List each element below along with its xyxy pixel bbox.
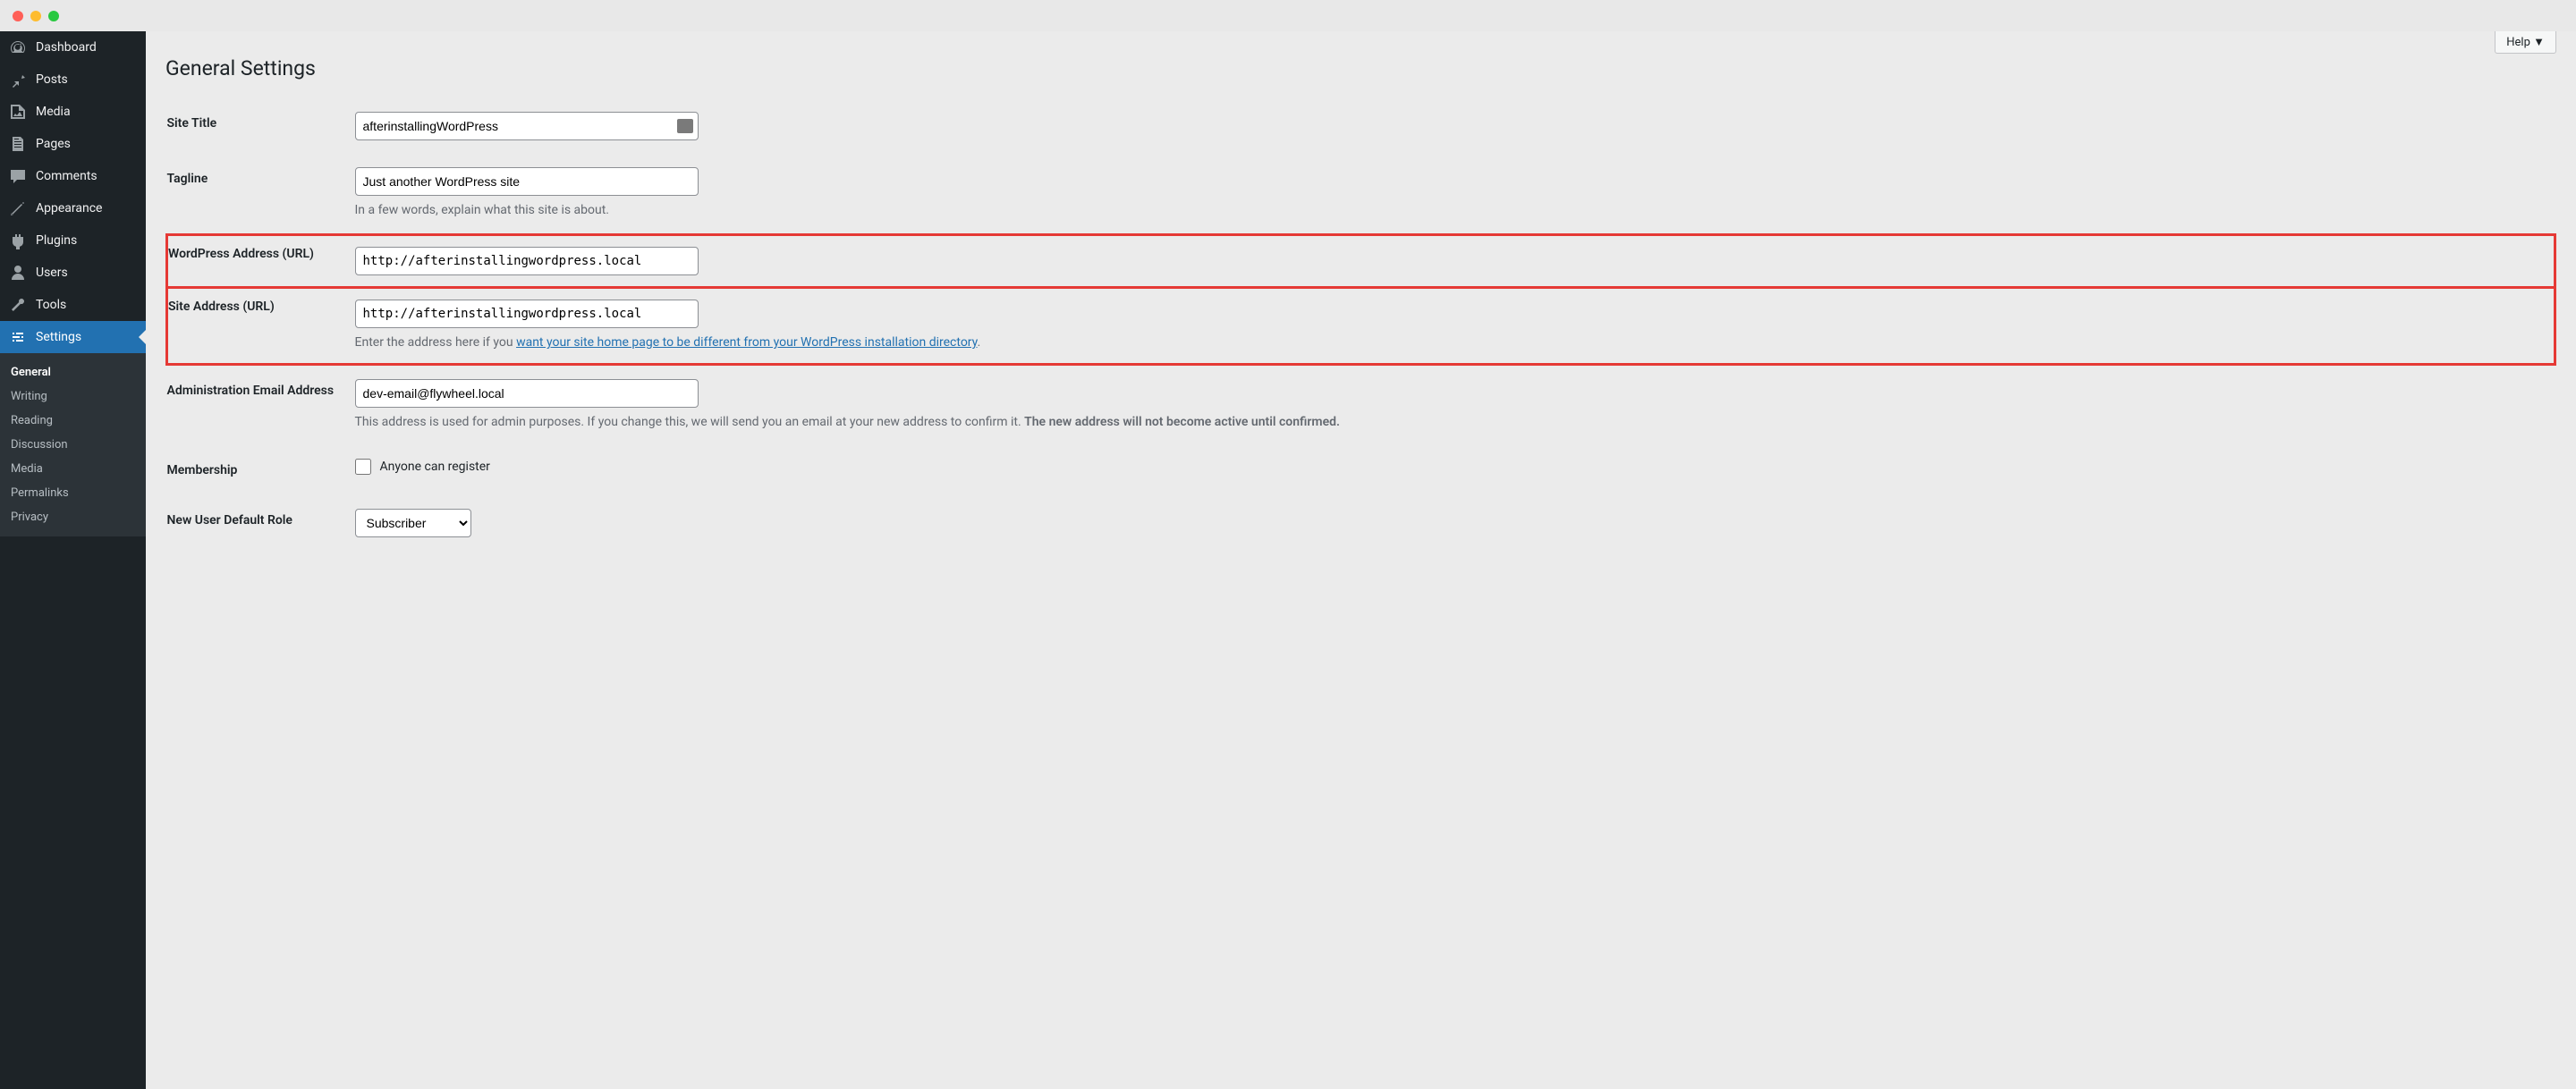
- sidebar-item-label: Plugins: [36, 233, 77, 248]
- site-address-desc-prefix: Enter the address here if you: [355, 335, 517, 350]
- membership-checkbox-label: Anyone can register: [380, 460, 490, 474]
- sidebar-item-pages[interactable]: Pages: [0, 128, 146, 160]
- site-address-desc-suffix: .: [978, 335, 981, 350]
- titlebar: [0, 0, 2576, 31]
- admin-email-desc-strong: The new address will not become active u…: [1024, 415, 1340, 429]
- admin-sidebar: Dashboard Posts Media Pages Comments App…: [0, 31, 146, 1089]
- close-window-button[interactable]: [13, 11, 23, 21]
- sidebar-item-label: Pages: [36, 137, 71, 151]
- admin-email-input[interactable]: [355, 379, 699, 408]
- sidebar-item-comments[interactable]: Comments: [0, 160, 146, 192]
- plugins-icon: [9, 232, 27, 249]
- admin-email-label: Administration Email Address: [167, 365, 346, 446]
- page-title: General Settings: [165, 56, 2556, 80]
- tagline-description: In a few words, explain what this site i…: [355, 201, 2546, 220]
- admin-email-desc-prefix: This address is used for admin purposes.…: [355, 415, 1025, 429]
- sidebar-item-media[interactable]: Media: [0, 96, 146, 128]
- sidebar-item-label: Appearance: [36, 201, 102, 215]
- sidebar-item-label: Settings: [36, 330, 81, 344]
- wp-address-input[interactable]: [355, 247, 699, 275]
- sidebar-item-label: Dashboard: [36, 40, 97, 55]
- dashboard-icon: [9, 38, 27, 56]
- site-address-help-link[interactable]: want your site home page to be different…: [516, 335, 978, 350]
- comments-icon: [9, 167, 27, 185]
- minimize-window-button[interactable]: [30, 11, 41, 21]
- submenu-item-general[interactable]: General: [0, 360, 146, 384]
- submenu-item-media[interactable]: Media: [0, 457, 146, 481]
- tagline-input[interactable]: [355, 167, 699, 196]
- pin-icon: [9, 71, 27, 89]
- maximize-window-button[interactable]: [48, 11, 59, 21]
- tools-icon: [9, 296, 27, 314]
- sidebar-item-appearance[interactable]: Appearance: [0, 192, 146, 224]
- submenu-item-privacy[interactable]: Privacy: [0, 505, 146, 529]
- appearance-icon: [9, 199, 27, 217]
- membership-checkbox[interactable]: [355, 459, 371, 475]
- site-title-label: Site Title: [167, 98, 346, 154]
- tagline-label: Tagline: [167, 154, 346, 235]
- default-role-select[interactable]: Subscriber: [355, 509, 471, 537]
- site-address-input[interactable]: [355, 300, 699, 328]
- media-icon: [9, 103, 27, 121]
- site-address-label: Site Address (URL): [167, 288, 346, 365]
- sidebar-item-posts[interactable]: Posts: [0, 63, 146, 96]
- default-role-label: New User Default Role: [167, 495, 346, 551]
- main-content: Help ▼ General Settings Site Title Tagli…: [146, 31, 2576, 1089]
- users-icon: [9, 264, 27, 282]
- sidebar-item-label: Posts: [36, 72, 68, 87]
- sidebar-item-settings[interactable]: Settings: [0, 321, 146, 353]
- admin-email-description: This address is used for admin purposes.…: [355, 413, 2546, 432]
- submenu-item-discussion[interactable]: Discussion: [0, 433, 146, 457]
- sidebar-item-tools[interactable]: Tools: [0, 289, 146, 321]
- autofill-contact-icon[interactable]: [677, 119, 693, 133]
- sidebar-item-plugins[interactable]: Plugins: [0, 224, 146, 257]
- submenu-item-writing[interactable]: Writing: [0, 384, 146, 409]
- pages-icon: [9, 135, 27, 153]
- membership-label: Membership: [167, 445, 346, 495]
- sidebar-item-label: Users: [36, 266, 68, 280]
- sidebar-item-label: Tools: [36, 298, 66, 312]
- site-address-description: Enter the address here if you want your …: [355, 333, 2546, 352]
- sidebar-item-users[interactable]: Users: [0, 257, 146, 289]
- site-title-input[interactable]: [355, 112, 699, 140]
- submenu-item-reading[interactable]: Reading: [0, 409, 146, 433]
- help-tab[interactable]: Help ▼: [2495, 31, 2556, 54]
- settings-submenu: General Writing Reading Discussion Media…: [0, 353, 146, 536]
- sidebar-item-label: Comments: [36, 169, 97, 183]
- sidebar-item-dashboard[interactable]: Dashboard: [0, 31, 146, 63]
- submenu-item-permalinks[interactable]: Permalinks: [0, 481, 146, 505]
- settings-icon: [9, 328, 27, 346]
- sidebar-item-label: Media: [36, 105, 71, 119]
- wp-address-label: WordPress Address (URL): [167, 235, 346, 288]
